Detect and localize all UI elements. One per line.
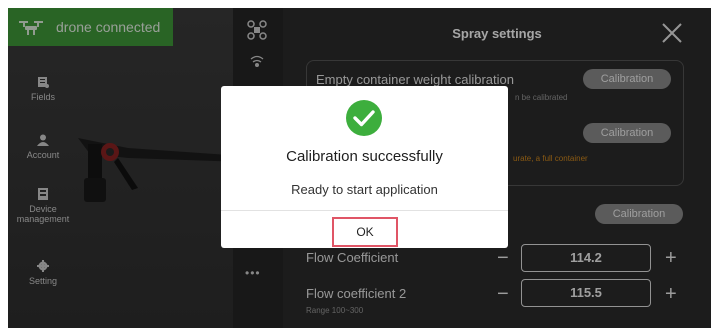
dialog-title: Calibration successfully [286,148,443,165]
ok-button[interactable]: OK [332,217,398,247]
dialog-message: Ready to start application [291,182,438,197]
app-screen: drone connected Fields Account Device ma… [8,8,711,328]
dialog-divider [221,210,508,211]
check-icon [346,100,382,136]
calibration-success-dialog: Calibration successfully Ready to start … [221,86,508,248]
